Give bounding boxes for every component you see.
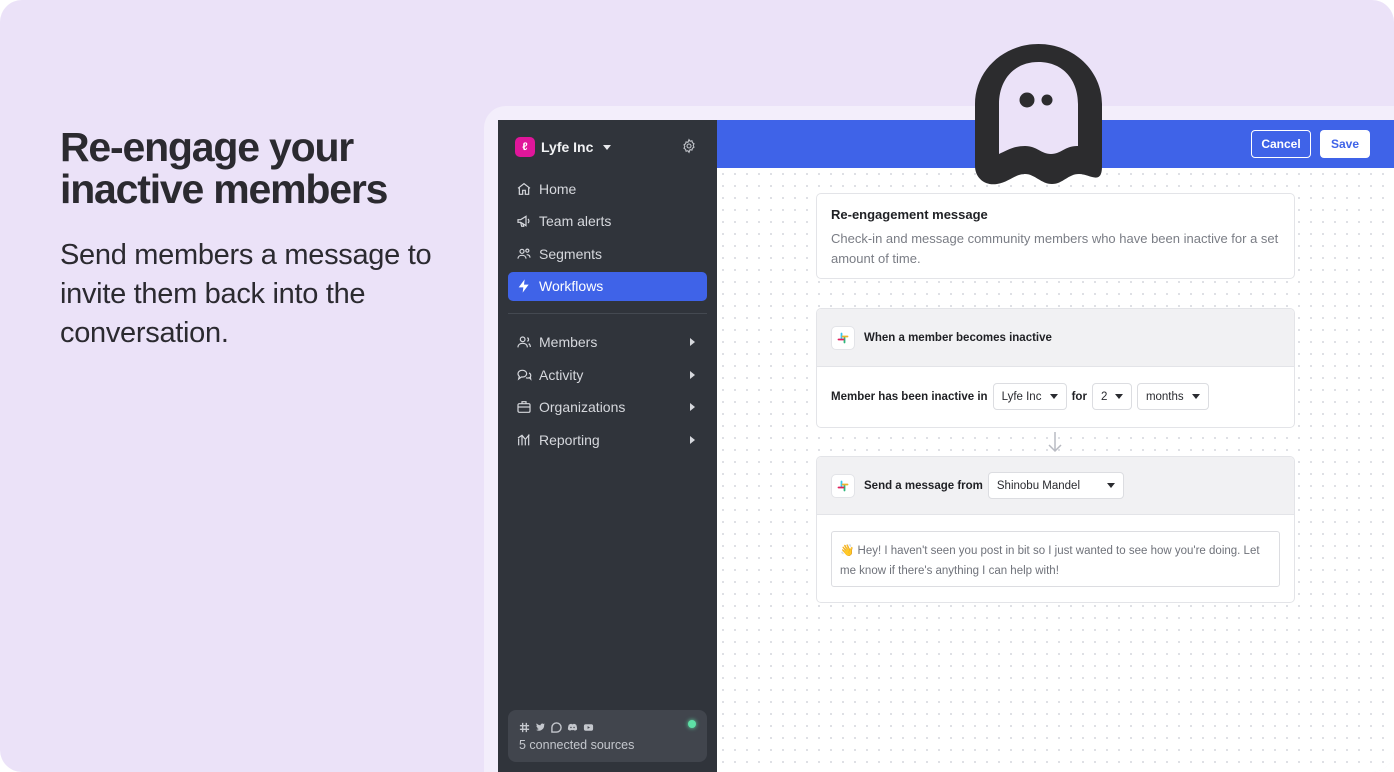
chevron-right-icon <box>690 403 695 411</box>
sidebar: ℓ Lyfe Inc Home Team alerts Segments Wor… <box>498 120 717 772</box>
user-icon <box>517 336 531 348</box>
sidebar-nav: Home Team alerts Segments Workflows Memb… <box>508 174 707 458</box>
sidebar-item-home[interactable]: Home <box>508 174 707 203</box>
sources-count: 5 connected sources <box>519 738 635 752</box>
message-textarea[interactable]: 👋 Hey! I haven't seen you post in bit so… <box>831 531 1280 587</box>
connected-sources[interactable]: 5 connected sources <box>508 710 707 762</box>
org-select[interactable]: Lyfe Inc <box>992 383 1067 410</box>
canvas: Re-engage your inactive members Send mem… <box>0 0 1394 772</box>
briefcase-icon <box>517 401 531 413</box>
status-online-dot <box>688 720 696 728</box>
org-logo: ℓ <box>515 137 535 157</box>
trigger-header: When a member becomes inactive <box>817 309 1294 367</box>
sidebar-item-label: Members <box>539 334 598 350</box>
chevron-right-icon <box>690 338 695 346</box>
discourse-icon <box>551 720 562 733</box>
action-heading: Send a message from <box>864 479 983 492</box>
sidebar-item-label: Workflows <box>539 278 604 294</box>
org-name: Lyfe Inc <box>541 139 594 155</box>
ghost-mascot-icon <box>975 44 1102 185</box>
sidebar-item-organizations[interactable]: Organizations <box>508 393 707 422</box>
unit-select-value: months <box>1145 390 1184 403</box>
trigger-heading: When a member becomes inactive <box>864 331 1052 344</box>
org-switcher[interactable]: ℓ Lyfe Inc <box>515 137 612 157</box>
youtube-icon <box>583 720 594 731</box>
condition-label: Member has been inactive in <box>831 390 988 403</box>
action-card: Send a message from Shinobu Mandel 👋 Hey… <box>816 456 1295 603</box>
caret-down-icon <box>1191 394 1200 399</box>
chevron-right-icon <box>690 370 695 379</box>
hero-title: Re-engage your inactive members <box>60 126 460 210</box>
sidebar-item-team-alerts[interactable]: Team alerts <box>508 207 707 236</box>
caret-down-icon <box>1049 394 1058 399</box>
chevron-right-icon <box>690 435 695 444</box>
megaphone-icon <box>517 215 530 227</box>
sidebar-item-label: Team alerts <box>539 213 612 229</box>
sidebar-item-label: Organizations <box>539 399 626 415</box>
cancel-button[interactable]: Cancel <box>1251 130 1311 158</box>
source-icons <box>519 718 696 733</box>
sidebar-item-label: Home <box>539 180 577 197</box>
home-icon <box>517 182 531 195</box>
unit-select[interactable]: months <box>1136 383 1209 410</box>
chart-icon <box>517 433 530 445</box>
twitter-icon <box>535 720 546 731</box>
sidebar-item-members[interactable]: Members <box>508 328 707 357</box>
trigger-condition: Member has been inactive in Lyfe Inc for… <box>817 367 1294 426</box>
action-header: Send a message from Shinobu Mandel <box>817 457 1294 515</box>
sender-select-value: Shinobu Mandel <box>996 479 1081 492</box>
save-button[interactable]: Save <box>1320 130 1370 158</box>
slack-icon <box>519 720 530 732</box>
sidebar-item-label: Segments <box>539 245 603 262</box>
sidebar-item-reporting[interactable]: Reporting <box>508 425 707 454</box>
workflow-summary-card: Re-engagement message Check-in and messa… <box>816 193 1295 279</box>
caret-down-icon <box>1114 394 1123 399</box>
workflow-editor: Cancel Save Re-engagement message Check-… <box>717 120 1394 772</box>
app-window: ℓ Lyfe Inc Home Team alerts Segments Wor… <box>498 120 1394 772</box>
trigger-card: When a member becomes inactive Member ha… <box>816 308 1295 428</box>
sidebar-item-segments[interactable]: Segments <box>508 239 707 268</box>
hero-title-line-2: inactive members <box>60 166 388 212</box>
lightning-icon <box>518 279 529 293</box>
chat-bubbles-icon <box>517 369 532 381</box>
slack-icon <box>831 325 855 350</box>
hero-subtitle: Send members a message to invite them ba… <box>60 239 432 349</box>
hero-title-line-1: Re-engage your <box>60 124 354 170</box>
caret-down-icon <box>603 144 612 150</box>
nav-divider <box>508 312 707 314</box>
workflow-title[interactable]: Re-engagement message <box>831 207 1280 222</box>
sidebar-item-label: Reporting <box>539 431 600 448</box>
sidebar-item-workflows[interactable]: Workflows <box>508 271 707 301</box>
count-select-value: 2 <box>1100 390 1108 403</box>
caret-down-icon <box>1106 483 1115 488</box>
condition-for-label: for <box>1071 390 1087 403</box>
slack-icon <box>831 473 855 498</box>
sidebar-item-label: Activity <box>539 366 584 383</box>
arrow-down-icon <box>1048 432 1062 453</box>
hero: Re-engage your inactive members Send mem… <box>60 126 460 353</box>
count-select[interactable]: 2 <box>1091 383 1132 410</box>
discord-icon <box>567 720 578 731</box>
users-group-icon <box>517 248 531 259</box>
sender-select[interactable]: Shinobu Mandel <box>987 472 1124 499</box>
sidebar-item-activity[interactable]: Activity <box>508 360 707 389</box>
org-select-value: Lyfe Inc <box>1001 390 1042 403</box>
gear-icon[interactable] <box>681 138 697 154</box>
workflow-description[interactable]: Check-in and message community members w… <box>831 229 1280 269</box>
